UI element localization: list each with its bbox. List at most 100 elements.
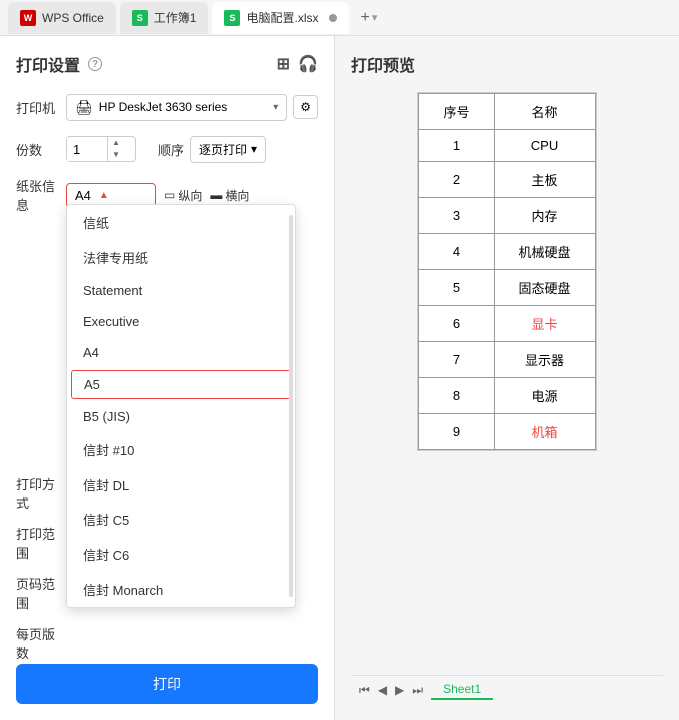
- tab-wps-label: WPS Office: [42, 11, 104, 25]
- printer-label: 打印机: [16, 98, 66, 117]
- tab-workbook1-label: 工作簿1: [154, 9, 197, 26]
- order-select[interactable]: 逐页打印 ▾: [190, 136, 266, 163]
- copies-row: 份数 ▲ ▼ 顺序 逐页打印 ▾: [16, 134, 318, 164]
- print-preview-panel: 打印预览 序号 名称 1CPU2主板3内存4机械硬盘5固态硬盘6显卡7显示器8电…: [335, 36, 679, 720]
- copies-input[interactable]: [67, 138, 107, 161]
- order-dropdown-arrow: ▾: [251, 142, 257, 156]
- title-bar: W WPS Office S 工作簿1 S 电脑配置.xlsx + ▾: [0, 0, 679, 36]
- dropdown-scrollbar: [289, 215, 293, 597]
- preview-table: 序号 名称 1CPU2主板3内存4机械硬盘5固态硬盘6显卡7显示器8电源9机箱: [418, 93, 595, 450]
- paper-option-xinzhi[interactable]: 信纸: [67, 205, 295, 240]
- paper-row: 纸张信息 A4 ▲ ▭ 纵向 ▬ 横向 信纸 法律专用纸 Statement: [16, 176, 318, 214]
- paper-option-b5[interactable]: B5 (JIS): [67, 401, 295, 432]
- sheet-tab-sheet1[interactable]: Sheet1: [431, 680, 493, 700]
- tab-menu-arrow: ▾: [372, 11, 378, 24]
- preview-title: 打印预览: [351, 52, 663, 76]
- col-header-seq: 序号: [419, 94, 494, 130]
- printer-control: 🖨 HP DeskJet 3630 series ▾ ⚙: [66, 94, 318, 121]
- nav-last-button[interactable]: ⏭: [412, 683, 423, 698]
- per-page-label: 每页版数: [16, 624, 66, 662]
- nav-first-button[interactable]: ⏮: [359, 683, 370, 698]
- table-row: 1CPU: [419, 130, 595, 162]
- paper-option-envc5[interactable]: 信封 C5: [67, 502, 295, 537]
- paper-option-a5[interactable]: A5: [71, 370, 291, 399]
- printer-icon: 🖨: [75, 99, 93, 116]
- paper-option-faly[interactable]: 法律专用纸: [67, 240, 295, 275]
- info-icon[interactable]: ?: [88, 57, 102, 71]
- table-cell-seq: 1: [419, 130, 494, 162]
- sheet1-icon: S: [132, 10, 148, 26]
- table-cell-seq: 7: [419, 342, 494, 378]
- table-cell-name: 显卡: [494, 306, 595, 342]
- paper-dropdown-menu: 信纸 法律专用纸 Statement Executive A4 A5 B5 (J…: [66, 204, 296, 608]
- page-range-label: 页码范围: [16, 574, 66, 612]
- table-row: 6显卡: [419, 306, 595, 342]
- copies-spinners: ▲ ▼: [107, 137, 124, 162]
- table-cell-seq: 4: [419, 234, 494, 270]
- nav-prev-button[interactable]: ◀: [378, 683, 387, 697]
- paper-option-env10[interactable]: 信封 #10: [67, 432, 295, 467]
- printer-settings-button[interactable]: ⚙: [293, 95, 318, 119]
- table-cell-seq: 3: [419, 198, 494, 234]
- table-row: 5固态硬盘: [419, 270, 595, 306]
- paper-option-envc6[interactable]: 信封 C6: [67, 537, 295, 572]
- portrait-icon: ▭: [164, 188, 175, 202]
- portrait-label: 纵向: [178, 187, 202, 204]
- table-cell-name: 机箱: [494, 414, 595, 450]
- copies-up-arrow[interactable]: ▲: [108, 137, 124, 149]
- table-cell-name: CPU: [494, 130, 595, 162]
- tab-pc-config-label: 电脑配置.xlsx: [246, 9, 318, 26]
- table-cell-seq: 8: [419, 378, 494, 414]
- add-tab-button[interactable]: + ▾: [361, 9, 378, 27]
- table-row: 7显示器: [419, 342, 595, 378]
- landscape-icon: ▬: [210, 188, 222, 202]
- nav-next-button[interactable]: ▶: [395, 683, 404, 697]
- copies-down-arrow[interactable]: ▼: [108, 149, 124, 161]
- paper-label: 纸张信息: [16, 176, 66, 214]
- print-mode-label: 打印方式: [16, 474, 66, 512]
- copies-label: 份数: [16, 140, 66, 159]
- margin-row: 页边距: [16, 716, 318, 720]
- tab-workbook1[interactable]: S 工作簿1: [120, 2, 209, 34]
- sheet2-icon: S: [224, 10, 240, 26]
- copies-control: ▲ ▼ 顺序 逐页打印 ▾: [66, 136, 318, 163]
- table-cell-name: 主板: [494, 162, 595, 198]
- table-cell-name: 内存: [494, 198, 595, 234]
- printer-row: 打印机 🖨 HP DeskJet 3630 series ▾ ⚙: [16, 92, 318, 122]
- print-settings-panel: 打印设置 ? ⊞ 🎧 打印机 🖨 HP DeskJet 3630 series …: [0, 36, 335, 720]
- main-area: 打印设置 ? ⊞ 🎧 打印机 🖨 HP DeskJet 3630 series …: [0, 36, 679, 720]
- paper-option-executive[interactable]: Executive: [67, 306, 295, 337]
- printer-select[interactable]: 🖨 HP DeskJet 3630 series ▾: [66, 94, 287, 121]
- paper-option-monarch[interactable]: 信封 Monarch: [67, 572, 295, 607]
- table-cell-name: 固态硬盘: [494, 270, 595, 306]
- order-value: 逐页打印: [199, 141, 247, 158]
- print-button[interactable]: 打印: [16, 664, 318, 704]
- wps-icon: W: [20, 10, 36, 26]
- paper-option-envdl[interactable]: 信封 DL: [67, 467, 295, 502]
- copies-input-group: ▲ ▼: [66, 136, 136, 163]
- table-cell-seq: 9: [419, 414, 494, 450]
- tab-wps[interactable]: W WPS Office: [8, 2, 116, 34]
- paper-option-a4[interactable]: A4: [67, 337, 295, 368]
- per-page-row: 每页版数: [16, 624, 318, 662]
- paper-up-arrow: ▲: [99, 190, 109, 201]
- table-row: 2主板: [419, 162, 595, 198]
- printer-name: HP DeskJet 3630 series: [99, 100, 267, 114]
- table-cell-seq: 6: [419, 306, 494, 342]
- col-header-name: 名称: [494, 94, 595, 130]
- paper-option-statement[interactable]: Statement: [67, 275, 295, 306]
- printer-dropdown-arrow: ▾: [273, 102, 278, 113]
- headphone-icon[interactable]: 🎧: [298, 54, 318, 74]
- orientation-buttons: ▭ 纵向 ▬ 横向: [164, 187, 249, 204]
- panel-title-text: 打印设置: [16, 52, 80, 76]
- landscape-button[interactable]: ▬ 横向: [210, 187, 249, 204]
- table-row: 8电源: [419, 378, 595, 414]
- table-cell-name: 机械硬盘: [494, 234, 595, 270]
- tab-pc-config[interactable]: S 电脑配置.xlsx: [212, 2, 348, 34]
- portrait-button[interactable]: ▭ 纵向: [164, 187, 202, 204]
- print-range-label: 打印范围: [16, 524, 66, 562]
- table-row: 4机械硬盘: [419, 234, 595, 270]
- table-cell-seq: 5: [419, 270, 494, 306]
- layout-icon[interactable]: ⊞: [277, 54, 290, 74]
- preview-area: 序号 名称 1CPU2主板3内存4机械硬盘5固态硬盘6显卡7显示器8电源9机箱: [351, 92, 663, 675]
